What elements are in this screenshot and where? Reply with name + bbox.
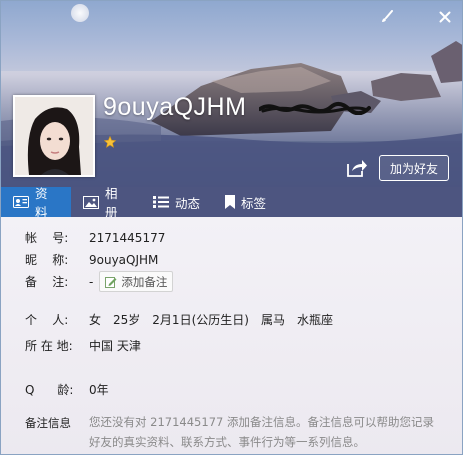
- avatar-photo: [15, 97, 93, 175]
- add-remark-label: 添加备注: [121, 274, 168, 289]
- location-label: 所 在 地:: [25, 339, 73, 353]
- remark-value: -: [89, 274, 94, 289]
- nickname-value: 9ouyaQJHM: [89, 252, 159, 267]
- avatar[interactable]: [13, 95, 95, 177]
- nickname-row: 昵 称: 9ouyaQJHM: [25, 251, 158, 268]
- constellation-value: 水瓶座: [296, 313, 333, 327]
- list-icon: [153, 196, 169, 208]
- tab-tags[interactable]: 标签: [213, 187, 285, 217]
- cover-image: 9ouyaQJHM 加为好友: [1, 1, 462, 187]
- nickname-title: 9ouyaQJHM: [103, 93, 247, 121]
- redaction-scribble: [259, 102, 371, 115]
- id-card-icon: [13, 196, 29, 208]
- qage-label: Q 龄:: [25, 383, 74, 397]
- brush-icon: [382, 10, 393, 22]
- tab-label: 标签: [241, 195, 267, 211]
- tab-label: 资料: [35, 186, 48, 220]
- location-value: 中国 天津: [89, 339, 141, 353]
- birthday-value: 2月1日(公历生日): [152, 313, 249, 327]
- edit-note-icon: [105, 276, 117, 288]
- note-info-row: 备注信息 您还没有对 2171445177 添加备注信息。备注信息可以帮助您记录…: [25, 415, 445, 452]
- qage-row: Q 龄: 0年: [25, 381, 109, 398]
- close-icon: [439, 11, 451, 23]
- location-row: 所 在 地: 中国 天津: [25, 337, 141, 354]
- remark-label: 备 注:: [25, 275, 69, 289]
- tab-profile[interactable]: 资料: [1, 186, 71, 220]
- tab-feed[interactable]: 动态: [141, 187, 213, 217]
- tab-album[interactable]: 相册: [71, 186, 141, 220]
- share-button[interactable]: [346, 158, 368, 178]
- account-value: 2171445177: [89, 230, 166, 245]
- personal-label: 个 人:: [25, 313, 69, 327]
- personal-row: 个 人: 女 25岁 2月1日(公历生日) 属马 水瓶座: [25, 311, 333, 328]
- photo-icon: [83, 195, 99, 209]
- tab-bar: 资料 相册 动态 标签: [1, 186, 462, 220]
- skin-brush-button[interactable]: [377, 7, 397, 27]
- account-label: 帐 号:: [25, 231, 69, 245]
- star-icon: [104, 136, 116, 148]
- bookmark-icon: [225, 195, 235, 209]
- note-info-label: 备注信息: [25, 416, 71, 430]
- note-info-text: 您还没有对 2171445177 添加备注信息。备注信息可以帮助您记录好友的真实…: [89, 415, 434, 449]
- add-remark-button[interactable]: 添加备注: [99, 271, 174, 292]
- age-value: 25岁: [113, 313, 141, 327]
- gender-value: 女: [89, 313, 102, 327]
- remark-row: 备 注: - 添加备注: [25, 271, 174, 292]
- share-icon: [347, 160, 367, 177]
- qage-value: 0年: [89, 383, 109, 397]
- nickname-label: 昵 称:: [25, 253, 69, 267]
- profile-window: 9ouyaQJHM 加为好友 资料 相册 动态 标签 帐 号: 21714451…: [0, 0, 463, 455]
- tab-label: 相册: [105, 186, 118, 220]
- zodiac-value: 属马: [260, 313, 285, 327]
- add-friend-button[interactable]: 加为好友: [379, 155, 449, 181]
- account-row: 帐 号: 2171445177: [25, 229, 165, 246]
- close-button[interactable]: [435, 7, 455, 27]
- tab-label: 动态: [175, 195, 201, 211]
- profile-details: 帐 号: 2171445177 昵 称: 9ouyaQJHM 备 注: - 添加…: [1, 217, 462, 454]
